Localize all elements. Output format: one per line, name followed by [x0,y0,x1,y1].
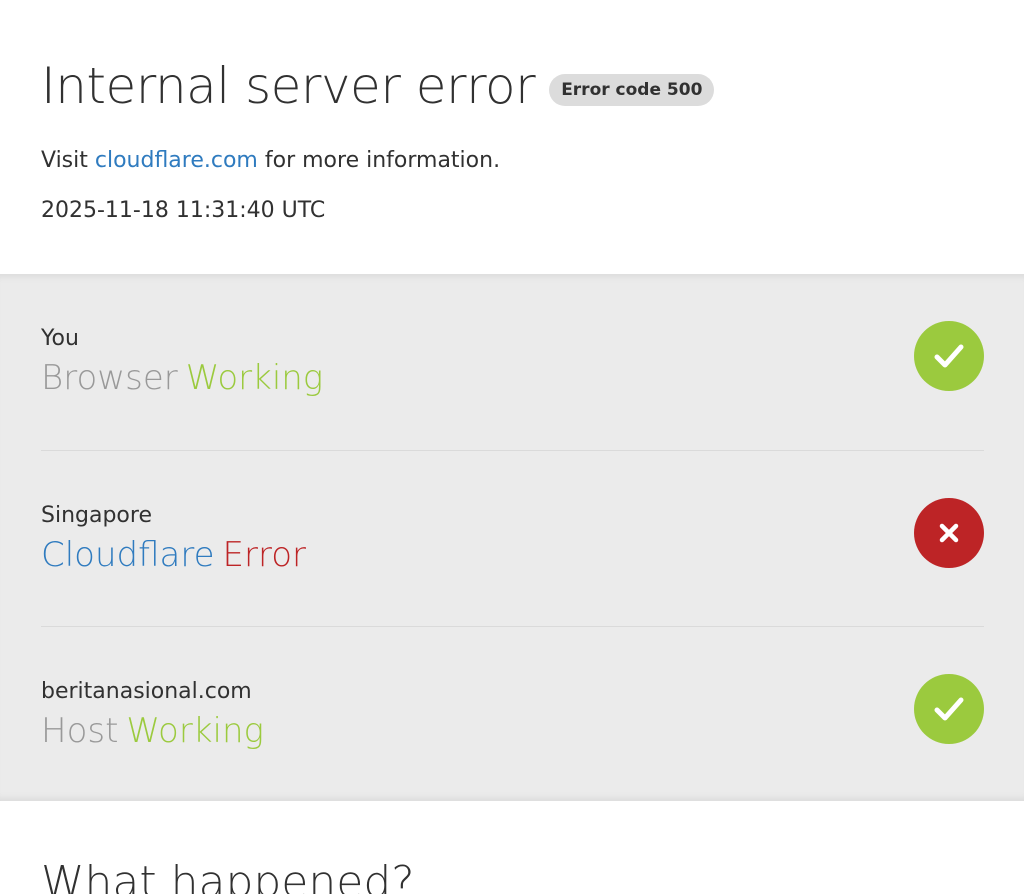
status-state: Working [185,358,324,398]
visit-info: Visit cloudflare.com for more informatio… [41,148,500,173]
status-location: Singapore [41,503,152,528]
status-line: Browser Working [41,358,323,398]
check-icon [914,321,984,391]
visit-prefix: Visit [41,148,95,173]
error-timestamp: 2025-11-18 11:31:40 UTC [41,198,326,223]
check-icon [914,674,984,744]
section-heading: What happened? [41,857,415,894]
status-panel: You Browser Working Singapore Cloudflare E… [0,274,1024,801]
status-type: Cloudflare [41,535,215,575]
cross-icon [914,498,984,568]
status-state: Working [126,711,264,751]
status-row-browser: You Browser Working [41,274,984,450]
status-row-cloudflare: Singapore Cloudflare Error [41,450,984,627]
info-section: What happened? [0,801,1024,894]
visit-suffix: for more information. [257,148,501,173]
status-row-host: beritanasional.com Host Working [41,626,984,803]
cloudflare-link[interactable]: cloudflare.com [95,148,258,173]
status-type: Browser [41,358,178,398]
status-line: Host Working [41,711,264,751]
page-title: Internal server error [41,57,536,115]
status-location: beritanasional.com [41,679,252,704]
title-row: Internal server error Error code 500 [41,56,715,116]
status-line: Cloudflare Error [41,535,306,575]
error-code-badge: Error code 500 [549,74,715,106]
status-state: Error [222,535,307,575]
status-location: You [41,326,79,351]
status-type: Host [41,711,119,751]
error-header: Internal server error Error code 500 Vis… [0,0,1024,274]
